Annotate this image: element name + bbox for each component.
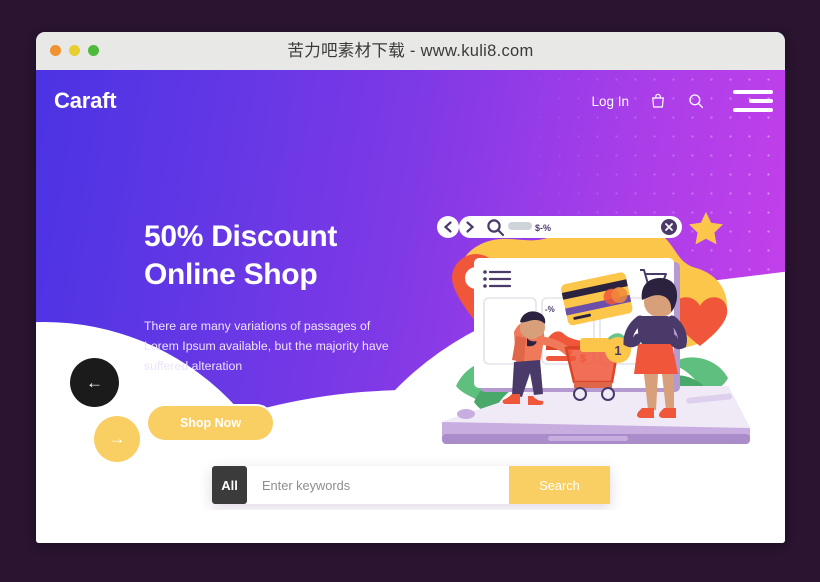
browser-query-text: $-% [535,223,551,233]
hero-headline-percent: 50% [144,220,204,253]
hamburger-bar-3 [733,108,773,112]
hero-headline-line1-rest: Discount [203,220,338,253]
site-logo[interactable]: Caraft [54,88,117,114]
hamburger-bar-1 [733,90,773,94]
search-icon[interactable] [687,92,705,110]
navbar-actions: Log In [591,90,773,112]
hamburger-bar-2 [749,99,773,103]
search-category-dropdown[interactable]: All [212,466,247,504]
shopping-bag-icon[interactable] [649,92,667,110]
login-link[interactable]: Log In [591,94,629,109]
hero-copy: 50% Discount Online Shop There are many … [144,218,414,377]
site-navbar: Caraft Log In [36,70,785,132]
page-viewport: Caraft Log In 50% Discount Online Shop T… [36,70,785,543]
cart-badge-count: 1 [614,343,621,358]
browser-window: 苦力吧素材下载 - www.kuli8.com Caraft Log In 50… [36,32,785,543]
hero-headline-line2: Online Shop [144,258,318,292]
slider-prev-button[interactable]: ← [70,358,119,407]
slider-next-button[interactable]: → [94,416,140,462]
discount-tag-text: -% [545,305,555,314]
window-title: 苦力吧素材下载 - www.kuli8.com [287,42,534,60]
online-shopping-illustration: $-% -% 1 [428,190,758,475]
shop-now-button[interactable]: Shop Now [146,404,275,442]
hero-headline: 50% Discount Online Shop [144,218,414,295]
hero-section: Caraft Log In 50% Discount Online Shop T… [36,70,785,510]
hero-subtext: There are many variations of passages of… [144,318,389,373]
hamburger-menu-icon[interactable] [733,90,773,112]
browser-title-bar: 苦力吧素材下载 - www.kuli8.com [36,32,785,70]
